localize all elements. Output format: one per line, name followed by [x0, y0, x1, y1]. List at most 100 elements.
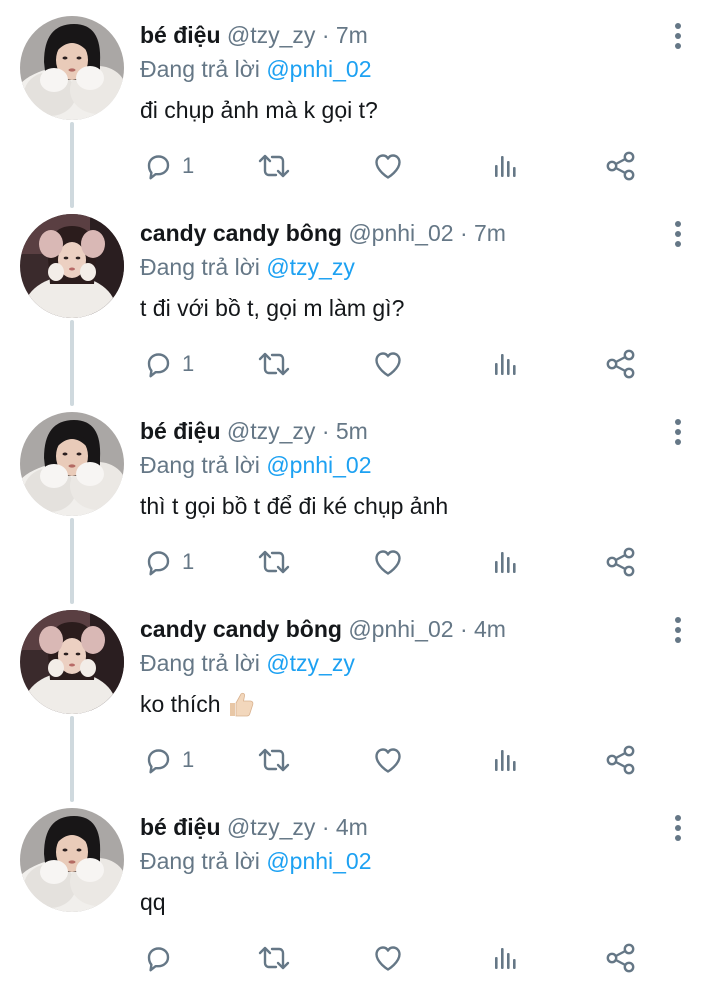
replying-to-handle[interactable]: @tzy_zy: [266, 254, 355, 280]
timestamp[interactable]: 4m: [474, 616, 506, 642]
avatar[interactable]: [20, 16, 124, 120]
retweet-icon: [256, 942, 292, 974]
replying-to-handle[interactable]: @pnhi_02: [266, 452, 371, 478]
tweet[interactable]: candy candy bông @pnhi_02 · 4m Đang trả …: [0, 594, 720, 802]
share-button[interactable]: [604, 740, 638, 780]
display-name[interactable]: bé điệu: [140, 418, 221, 444]
analytics-button[interactable]: [490, 740, 522, 780]
heart-icon: [372, 942, 404, 974]
reply-button[interactable]: 1: [142, 344, 194, 384]
tweet-actions: 1: [0, 146, 720, 186]
analytics-icon: [490, 150, 522, 182]
share-icon: [604, 941, 638, 975]
replying-to: Đang trả lời @tzy_zy: [140, 648, 355, 678]
reply-button[interactable]: 1: [142, 740, 194, 780]
user-handle[interactable]: @pnhi_02: [348, 616, 453, 642]
user-handle[interactable]: @tzy_zy: [227, 418, 316, 444]
analytics-button[interactable]: [490, 542, 522, 582]
like-button[interactable]: [372, 146, 404, 186]
retweet-icon: [256, 546, 292, 578]
more-vertical-icon[interactable]: [668, 22, 688, 50]
avatar[interactable]: [20, 214, 124, 318]
tweet[interactable]: bé điệu @tzy_zy · 5m Đang trả lời @pnhi_…: [0, 396, 720, 604]
share-button[interactable]: [604, 344, 638, 384]
more-vertical-icon[interactable]: [668, 418, 688, 446]
avatar[interactable]: [20, 610, 124, 714]
replying-to-label: Đang trả lời: [140, 56, 260, 82]
reply-button[interactable]: 1: [142, 542, 194, 582]
analytics-icon: [490, 744, 522, 776]
like-button[interactable]: [372, 938, 404, 978]
tweet-text: thì t gọi bồ t để đi ké chụp ảnh: [140, 490, 448, 522]
analytics-icon: [490, 348, 522, 380]
tweet-text-content: thì t gọi bồ t để đi ké chụp ảnh: [140, 493, 449, 519]
tweet-actions: [0, 938, 720, 978]
retweet-icon: [256, 150, 292, 182]
replying-to-handle[interactable]: @pnhi_02: [266, 848, 371, 874]
retweet-icon: [256, 348, 292, 380]
heart-icon: [372, 744, 404, 776]
share-icon: [604, 347, 638, 381]
reply-button[interactable]: 1: [142, 146, 194, 186]
timestamp[interactable]: 5m: [336, 418, 368, 444]
retweet-button[interactable]: [256, 938, 292, 978]
timestamp[interactable]: 4m: [336, 814, 368, 840]
separator-dot: ·: [459, 616, 468, 642]
tweet-header: bé điệu @tzy_zy · 4m: [140, 810, 368, 844]
share-button[interactable]: [604, 542, 638, 582]
more-vertical-icon[interactable]: [668, 616, 688, 644]
display-name[interactable]: candy candy bông: [140, 616, 342, 642]
replying-to-label: Đang trả lời: [140, 650, 260, 676]
analytics-button[interactable]: [490, 938, 522, 978]
reply-icon: [142, 150, 174, 182]
like-button[interactable]: [372, 344, 404, 384]
tweet-text-content: đi chụp ảnh mà k gọi t?: [140, 97, 378, 123]
analytics-button[interactable]: [490, 146, 522, 186]
retweet-button[interactable]: [256, 146, 292, 186]
retweet-button[interactable]: [256, 740, 292, 780]
timestamp[interactable]: 7m: [474, 220, 506, 246]
retweet-button[interactable]: [256, 344, 292, 384]
display-name[interactable]: candy candy bông: [140, 220, 342, 246]
avatar[interactable]: [20, 808, 124, 912]
replying-to: Đang trả lời @pnhi_02: [140, 450, 372, 480]
tweet[interactable]: bé điệu @tzy_zy · 7m Đang trả lời @pnhi_…: [0, 0, 720, 208]
separator-dot: ·: [321, 22, 330, 48]
separator-dot: ·: [321, 814, 330, 840]
display-name[interactable]: bé điệu: [140, 22, 221, 48]
user-handle[interactable]: @pnhi_02: [348, 220, 453, 246]
replying-to-handle[interactable]: @pnhi_02: [266, 56, 371, 82]
reply-icon: [142, 348, 174, 380]
tweet[interactable]: candy candy bông @pnhi_02 · 7m Đang trả …: [0, 198, 720, 406]
reply-count: 1: [182, 153, 195, 178]
like-button[interactable]: [372, 740, 404, 780]
reply-icon: [142, 744, 174, 776]
share-button[interactable]: [604, 938, 638, 978]
reply-thread: bé điệu @tzy_zy · 7m Đang trả lời @pnhi_…: [0, 0, 720, 985]
tweet-header: bé điệu @tzy_zy · 5m: [140, 414, 368, 448]
analytics-button[interactable]: [490, 344, 522, 384]
more-vertical-icon[interactable]: [668, 814, 688, 842]
reply-count: 1: [182, 549, 195, 574]
reply-count: 1: [182, 747, 195, 772]
reply-button[interactable]: [142, 938, 182, 978]
share-icon: [604, 743, 638, 777]
tweet-text: qq: [140, 886, 166, 918]
share-button[interactable]: [604, 146, 638, 186]
tweet-header: candy candy bông @pnhi_02 · 7m: [140, 216, 506, 250]
share-icon: [604, 545, 638, 579]
user-handle[interactable]: @tzy_zy: [227, 814, 316, 840]
separator-dot: ·: [321, 418, 330, 444]
retweet-button[interactable]: [256, 542, 292, 582]
reply-icon: [142, 942, 174, 974]
display-name[interactable]: bé điệu: [140, 814, 221, 840]
replying-to: Đang trả lời @tzy_zy: [140, 252, 355, 282]
replying-to-handle[interactable]: @tzy_zy: [266, 650, 355, 676]
timestamp[interactable]: 7m: [336, 22, 368, 48]
thumbs-up-icon: [227, 690, 255, 726]
avatar[interactable]: [20, 412, 124, 516]
more-vertical-icon[interactable]: [668, 220, 688, 248]
user-handle[interactable]: @tzy_zy: [227, 22, 316, 48]
like-button[interactable]: [372, 542, 404, 582]
tweet[interactable]: bé điệu @tzy_zy · 4m Đang trả lời @pnhi_…: [0, 792, 720, 990]
